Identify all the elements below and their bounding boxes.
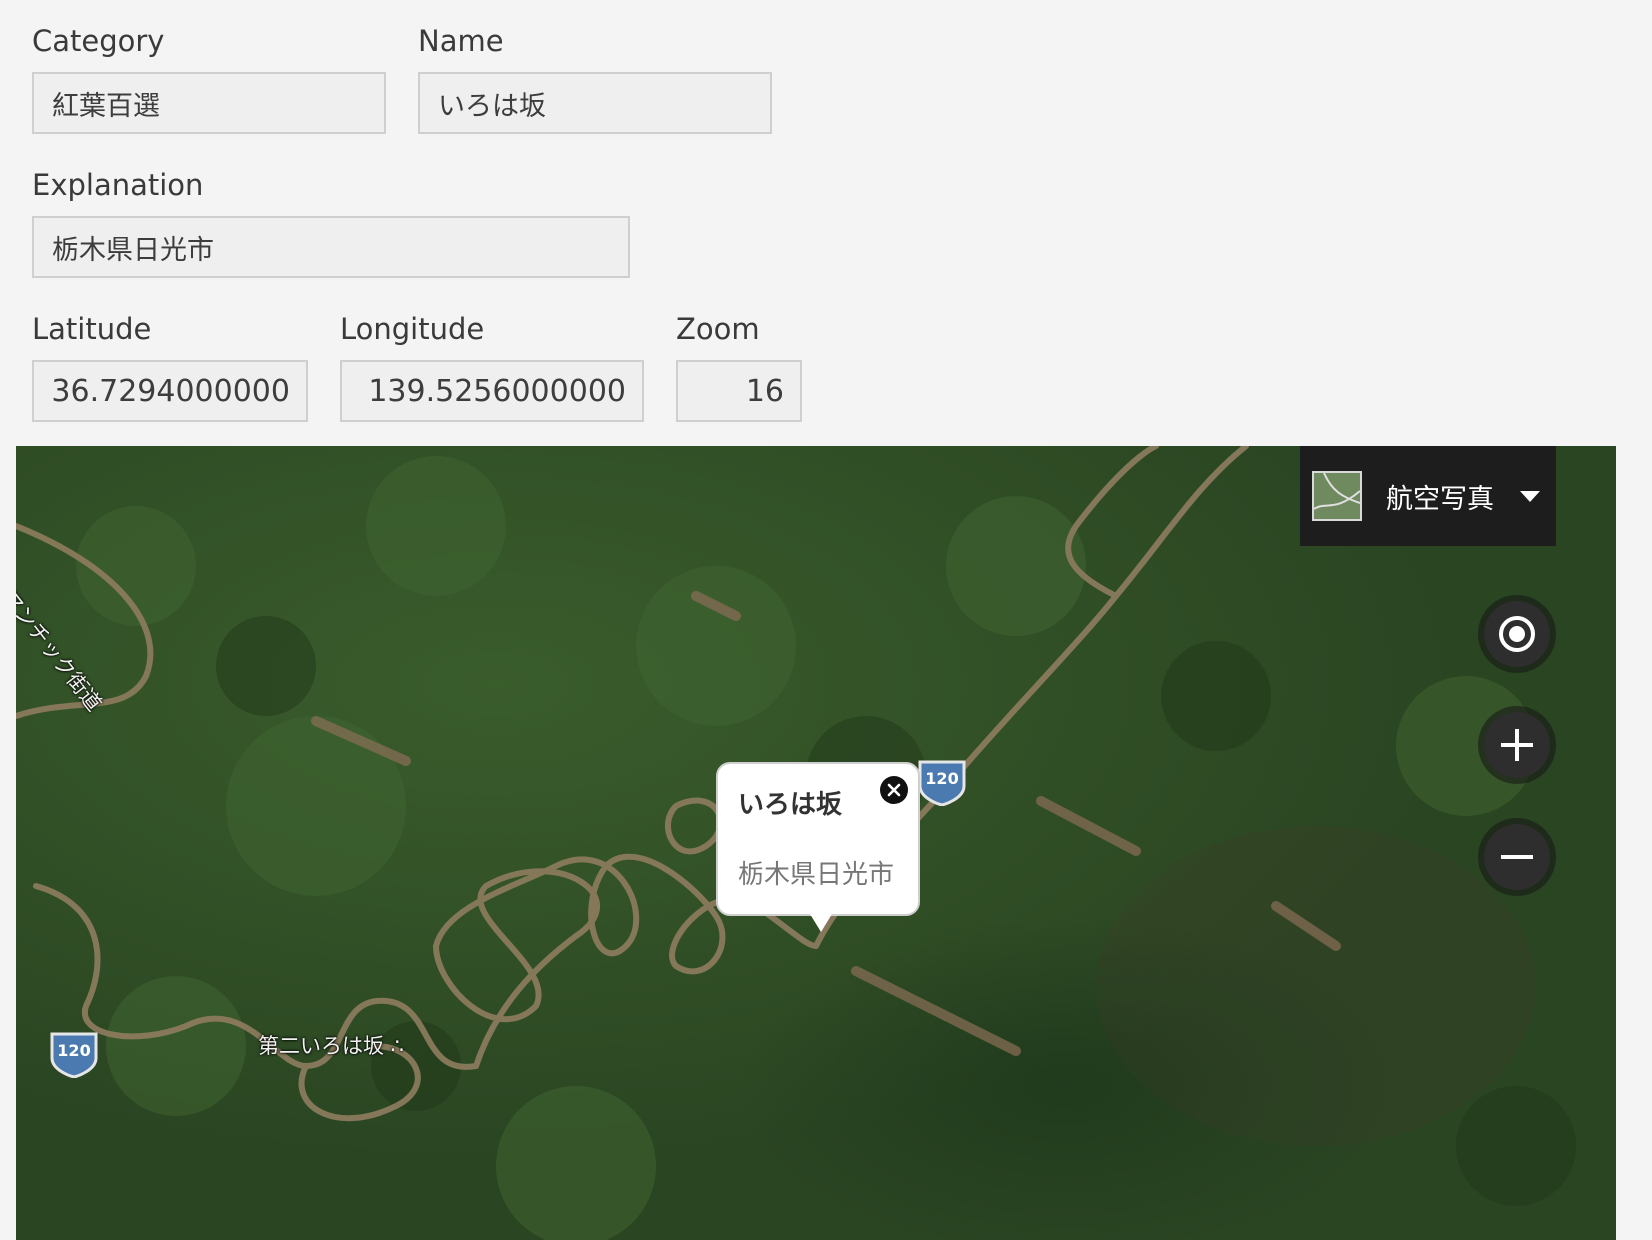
map-type-selector[interactable]: 航空写真 xyxy=(1300,446,1556,546)
longitude-label: Longitude xyxy=(340,312,485,346)
route-shield: 120 xyxy=(48,1030,100,1079)
popup-title: いろは坂 xyxy=(738,790,843,820)
route-shield: 120 xyxy=(916,758,968,807)
minus-icon xyxy=(1501,855,1533,859)
locate-icon xyxy=(1499,616,1535,652)
name-field[interactable]: いろは坂 xyxy=(418,72,772,134)
category-label: Category xyxy=(32,24,165,58)
popup-pointer xyxy=(810,914,832,932)
close-icon[interactable] xyxy=(880,776,908,804)
popup-body: 栃木県日光市 xyxy=(738,860,895,890)
plus-icon xyxy=(1501,729,1533,761)
zoom-field[interactable]: 16 xyxy=(676,360,802,422)
poi-label: 第二いろは坂 ∴ xyxy=(258,1034,405,1058)
aerial-thumbnail-icon xyxy=(1312,471,1362,521)
longitude-field[interactable]: 139.5256000000 xyxy=(340,360,644,422)
map-view[interactable]: ロマンチック街道 第二いろは坂 ∴ 120 120 航空写真 いろは坂 栃木県日… xyxy=(16,446,1616,1240)
info-popup: いろは坂 栃木県日光市 xyxy=(716,762,920,932)
zoom-label: Zoom xyxy=(676,312,760,346)
name-label: Name xyxy=(418,24,504,58)
explanation-label: Explanation xyxy=(32,168,204,202)
chevron-down-icon xyxy=(1520,490,1540,502)
explanation-field[interactable]: 栃木県日光市 xyxy=(32,216,630,278)
category-field[interactable]: 紅葉百選 xyxy=(32,72,386,134)
latitude-label: Latitude xyxy=(32,312,152,346)
locate-button[interactable] xyxy=(1484,601,1550,667)
zoom-in-button[interactable] xyxy=(1484,712,1550,778)
zoom-out-button[interactable] xyxy=(1484,824,1550,890)
latitude-field[interactable]: 36.7294000000 xyxy=(32,360,308,422)
map-type-label: 航空写真 xyxy=(1386,483,1494,515)
